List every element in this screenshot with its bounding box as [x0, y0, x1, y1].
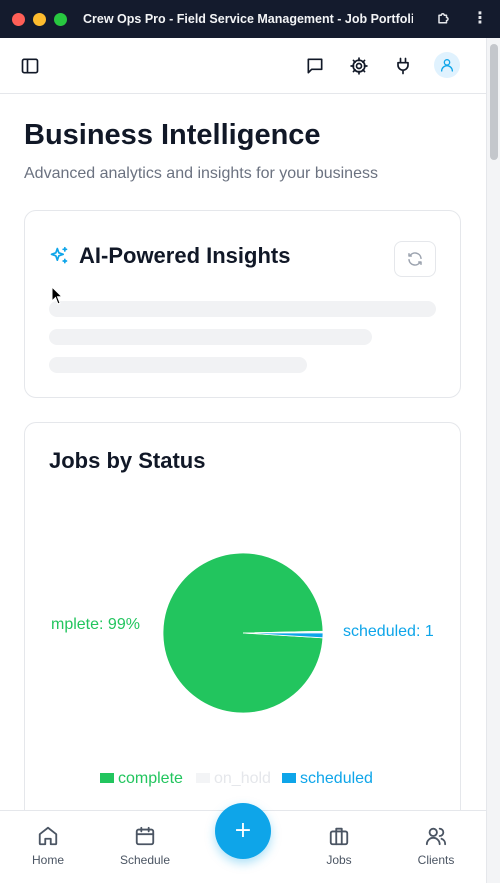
nav-label-clients: Clients [417, 853, 455, 867]
ai-insights-card: AI-Powered Insights [24, 210, 461, 398]
message-icon[interactable] [305, 56, 325, 76]
loading-skeleton-line [49, 357, 307, 373]
app-header [0, 38, 486, 94]
refresh-icon [408, 252, 422, 266]
jobs-by-status-card: Jobs by Status mplete: 99% scheduled: 1 c… [24, 422, 461, 842]
window-controls [12, 12, 67, 26]
nav-item-home[interactable]: Home [8, 825, 88, 867]
nav-item-jobs[interactable]: Jobs [299, 825, 379, 867]
maximize-window-button[interactable] [54, 12, 67, 26]
nav-label-home: Home [31, 853, 64, 867]
legend-label-scheduled[interactable]: scheduled [300, 770, 373, 787]
window-title: Crew Ops Pro - Field Service Management … [83, 12, 413, 26]
sidebar-toggle-icon[interactable] [20, 56, 40, 76]
nav-item-clients[interactable]: Clients [396, 825, 476, 867]
plus-icon: + [233, 818, 253, 843]
legend-label-on-hold[interactable]: on_hold [214, 770, 271, 787]
sparkles-icon [50, 246, 68, 264]
jobs-status-pie-chart: mplete: 99% scheduled: 1 complete on_hold s… [51, 552, 434, 787]
ai-insights-header: AI-Powered Insights [49, 243, 290, 269]
close-window-button[interactable] [12, 12, 25, 26]
users-icon [425, 827, 447, 846]
extension-icon[interactable] [436, 10, 454, 28]
page-title: Business Intelligence [24, 119, 321, 151]
page-subtitle: Advanced analytics and insights for your… [24, 165, 378, 182]
legend-label-complete[interactable]: complete [118, 770, 183, 787]
pie-label-scheduled: scheduled: 1 [343, 623, 434, 640]
nav-label-schedule: Schedule [119, 853, 171, 867]
window-titlebar: Crew Ops Pro - Field Service Management … [0, 0, 500, 38]
gear-icon[interactable] [349, 56, 369, 76]
pie-label-complete: mplete: 99% [51, 616, 140, 633]
calendar-icon [135, 826, 155, 846]
briefcase-icon [329, 827, 349, 846]
nav-item-schedule[interactable]: Schedule [105, 825, 185, 867]
ai-insights-title: AI-Powered Insights [79, 243, 291, 268]
legend-swatch-on-hold [196, 773, 210, 783]
refresh-insights-button[interactable] [394, 241, 436, 277]
add-new-button[interactable]: + [215, 803, 271, 859]
more-menu-icon[interactable]: ⋮ [472, 9, 488, 29]
loading-skeleton-line [49, 301, 436, 317]
legend-swatch-complete [100, 773, 114, 783]
scrollbar-thumb[interactable] [490, 44, 498, 160]
nav-label-jobs: Jobs [326, 853, 352, 867]
avatar[interactable] [434, 52, 460, 78]
legend-swatch-scheduled [282, 773, 296, 783]
home-icon [38, 826, 58, 846]
mouse-cursor-icon [51, 286, 64, 305]
plug-icon[interactable] [393, 56, 413, 76]
loading-skeleton-line [49, 329, 372, 345]
minimize-window-button[interactable] [33, 12, 46, 26]
page-scrollbar[interactable] [486, 38, 500, 883]
user-icon [441, 59, 453, 72]
